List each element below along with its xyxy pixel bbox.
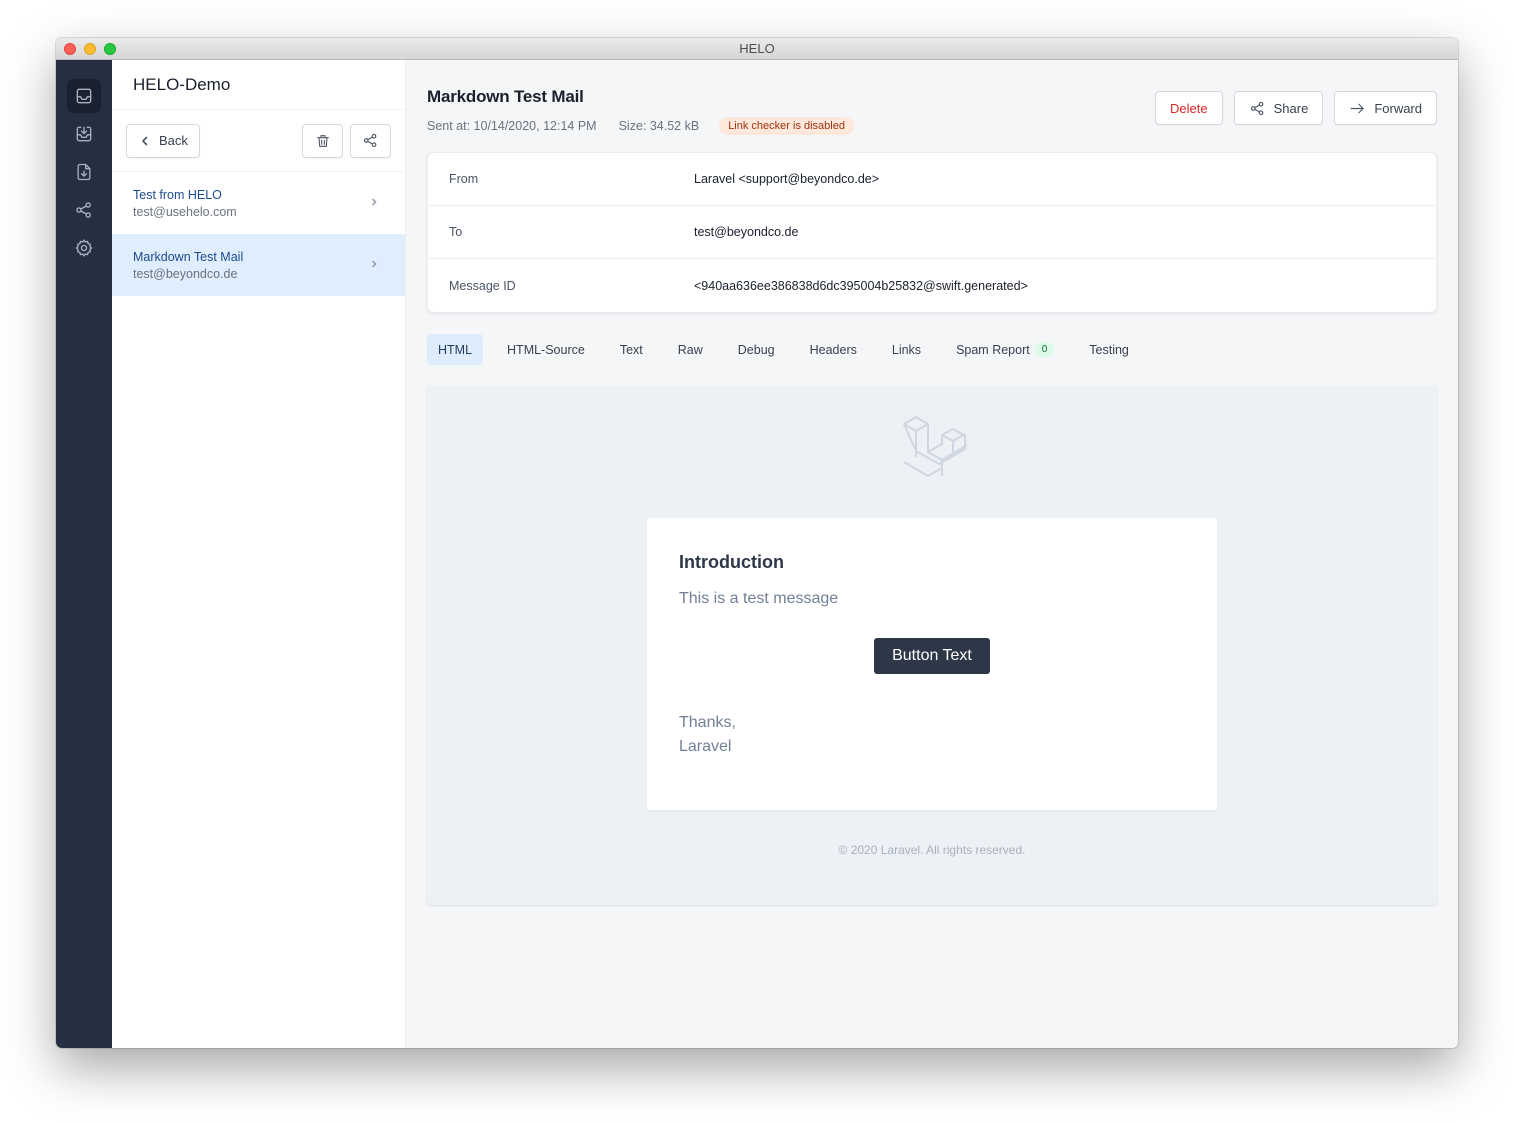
laravel-logo-icon (903, 416, 968, 477)
header-label: To (449, 225, 463, 239)
mail-subject: Test from HELO (133, 187, 222, 202)
email-body-card: Introduction This is a test message Butt… (647, 518, 1217, 810)
email-signoff: Thanks, (679, 714, 736, 731)
chevron-right-icon (371, 260, 377, 268)
delete-all-button[interactable] (302, 123, 343, 158)
chevron-left-icon (142, 136, 148, 145)
close-window-button[interactable] (64, 43, 76, 55)
rail-item-document-download[interactable] (67, 155, 101, 189)
mail-list-item-selected[interactable]: Markdown Test Mail test@beyondco.de (112, 234, 405, 296)
sent-at: Sent at: 10/14/2020, 12:14 PM (427, 119, 597, 133)
tab-debug[interactable]: Debug (727, 334, 786, 365)
rail-item-share[interactable] (67, 193, 101, 227)
list-toolbar: Back (112, 110, 405, 172)
title-bar: HELO (56, 38, 1458, 60)
app-window: HELO HELO-Demo Back Test from HELO test@… (56, 38, 1458, 1048)
message-actions: Delete Share Forward (1155, 87, 1437, 152)
tab-text[interactable]: Text (609, 334, 654, 365)
share-mailbox-button[interactable] (350, 123, 391, 158)
gear-icon (75, 239, 93, 257)
header-row-to: To test@beyondco.de (428, 206, 1436, 259)
document-download-icon (77, 163, 91, 181)
share-icon (76, 202, 91, 218)
message-size: Size: 34.52 kB (618, 119, 700, 133)
chevron-right-icon (371, 198, 377, 206)
email-action-button[interactable]: Button Text (874, 638, 990, 674)
tab-spam-report[interactable]: Spam Report 0 (945, 334, 1065, 365)
tab-testing[interactable]: Testing (1078, 334, 1140, 365)
tab-raw[interactable]: Raw (667, 334, 714, 365)
minimize-window-button[interactable] (84, 43, 96, 55)
message-headers: From Laravel <support@beyondco.de> To te… (427, 152, 1437, 313)
email-paragraph: This is a test message (679, 590, 839, 607)
header-row-from: From Laravel <support@beyondco.de> (428, 153, 1436, 206)
email-heading: Introduction (679, 552, 784, 572)
tab-html-source[interactable]: HTML-Source (496, 334, 596, 365)
forward-label: Forward (1374, 100, 1422, 116)
mail-list-pane: HELO-Demo Back Test from HELO test@usehe… (112, 60, 406, 1048)
share-label: Share (1273, 100, 1309, 116)
back-label: Back (159, 133, 188, 148)
tab-html[interactable]: HTML (427, 334, 484, 365)
header-label: Message ID (449, 278, 516, 293)
header-value: <940aa636ee386838d6dc395004b25832@swift.… (694, 278, 1028, 293)
maximize-window-button[interactable] (104, 43, 116, 55)
arrow-right-icon (1350, 103, 1365, 113)
link-checker-badge: Link checker is disabled (719, 117, 854, 135)
forward-button[interactable]: Forward (1334, 91, 1437, 125)
header-value: test@beyondco.de (694, 225, 799, 239)
share-icon (363, 133, 377, 148)
inbox-download-icon (76, 126, 92, 142)
inbox-icon (76, 88, 92, 104)
view-tabs: HTML HTML-Source Text Raw Debug Headers … (427, 334, 1437, 365)
message-detail: Markdown Test Mail Sent at: 10/14/2020, … (406, 60, 1458, 1048)
mail-subject: Markdown Test Mail (133, 249, 244, 264)
message-subject: Markdown Test Mail (427, 87, 584, 106)
rail-item-inbox[interactable] (67, 79, 101, 113)
html-preview: Introduction This is a test message Butt… (427, 386, 1437, 905)
header-row-message-id: Message ID <940aa636ee386838d6dc395004b2… (428, 259, 1436, 312)
header-label: From (449, 172, 479, 186)
share-icon (1250, 101, 1263, 115)
share-button[interactable]: Share (1233, 91, 1324, 125)
mail-list-item[interactable]: Test from HELO test@usehelo.com (112, 172, 405, 234)
back-button[interactable]: Back (126, 123, 200, 158)
icon-rail (56, 60, 112, 1048)
mailbox-title: HELO-Demo (112, 60, 405, 110)
rail-item-inbox-download[interactable] (67, 117, 101, 151)
mail-sender: test@beyondco.de (133, 266, 238, 281)
rail-item-settings[interactable] (67, 231, 101, 265)
spam-count-badge: 0 (1034, 342, 1055, 357)
header-value: Laravel <support@beyondco.de> (694, 172, 880, 186)
tab-links[interactable]: Links (881, 334, 932, 365)
delete-button[interactable]: Delete (1155, 91, 1223, 125)
window-controls (64, 43, 116, 55)
email-signature: Laravel (679, 738, 732, 755)
window-title: HELO (739, 41, 775, 56)
tab-headers[interactable]: Headers (799, 334, 868, 365)
email-footer: © 2020 Laravel. All rights reserved. (838, 843, 1026, 857)
tab-label: Spam Report (956, 342, 1030, 357)
trash-icon (316, 134, 329, 147)
mail-sender: test@usehelo.com (133, 204, 237, 219)
